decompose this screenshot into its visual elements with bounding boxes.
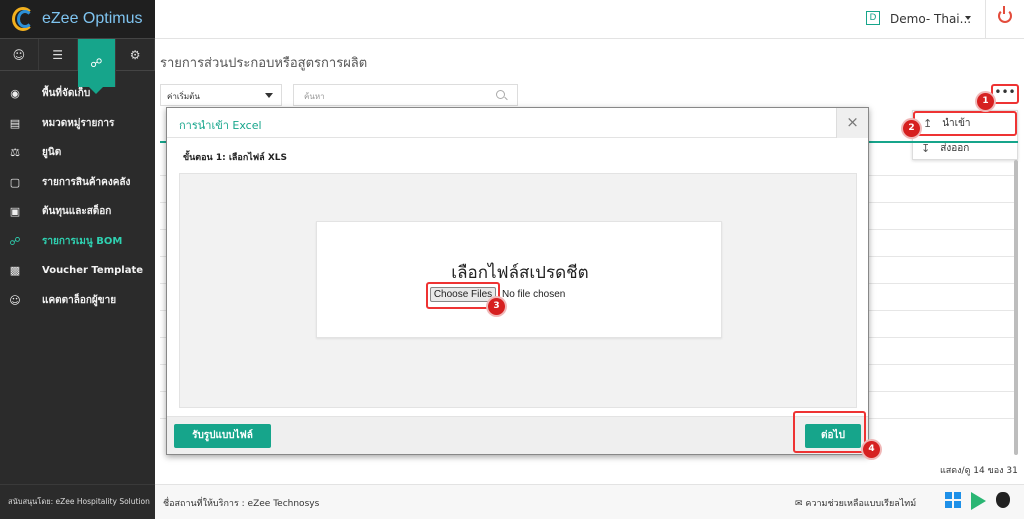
menu-item-label: นำเข้า xyxy=(942,118,971,129)
sidebar-item-label: ยูนิต xyxy=(42,147,62,159)
file-status: No file chosen xyxy=(502,289,566,300)
sidebar: eZee Optimus ☺ ☰ ☍ ⚙ ◉ พื้นที่จัดเก็บ ▤ หม… xyxy=(0,0,155,519)
page-title: รายการส่วนประกอบหรือสูตรการผลิต xyxy=(160,56,368,71)
property-selector[interactable]: Demo- Thai... xyxy=(890,12,971,26)
live-help-link[interactable]: ✉ ความช่วยเหลือแบบเรียลไทม์ xyxy=(795,496,916,510)
cart-icon: ☍ xyxy=(9,234,21,248)
sidebar-footer: สนับสนุนโดย: eZee Hospitality Solution xyxy=(0,484,155,519)
search-input[interactable]: ค้นหา xyxy=(293,84,518,106)
sidebar-item-label: หมวดหมู่รายการ xyxy=(42,117,115,129)
sidebar-item-voucher[interactable]: ▩ Voucher Template xyxy=(0,256,155,286)
chat-icon: ✉ xyxy=(795,499,803,509)
caret-down-icon xyxy=(265,93,273,98)
box-icon: ▢ xyxy=(9,175,21,189)
step-marker-2: 2 xyxy=(903,120,920,137)
live-help-label: ความช่วยเหลือแบบเรียลไทม์ xyxy=(805,499,917,509)
topbar: D Demo- Thai... xyxy=(155,0,1024,39)
user-icon[interactable]: ☺ xyxy=(0,39,39,70)
get-template-button[interactable]: รับรูปแบบไฟล์ xyxy=(174,424,271,448)
sidebar-item-label: รายการเมนู BOM xyxy=(42,235,123,247)
sidebar-menu: ◉ พื้นที่จัดเก็บ ▤ หมวดหมู่รายการ ⚖ ยูนิต ▢… xyxy=(0,79,155,315)
money-icon: ▣ xyxy=(9,205,21,219)
windows-icon[interactable] xyxy=(945,492,961,508)
sidebar-item-label: รายการสินค้าคงคลัง xyxy=(42,176,131,188)
step-marker-3: 3 xyxy=(488,298,505,315)
dialog-title: การนำเข้า Excel xyxy=(179,119,262,132)
excel-import-dialog: การนำเข้า Excel × ขั้นตอน 1: เลือกไฟล์ X… xyxy=(166,107,869,455)
logo-icon xyxy=(10,6,36,32)
sidebar-item-cost-stock[interactable]: ▣ ต้นทุนและสต็อก xyxy=(0,197,155,227)
search-icon[interactable] xyxy=(496,90,505,99)
filter-select[interactable]: ค่าเริ่มต้น xyxy=(160,84,282,106)
cart-icon[interactable]: ☍ xyxy=(77,39,117,94)
logo: eZee Optimus xyxy=(0,0,155,39)
gear-icon[interactable]: ⚙ xyxy=(116,39,155,70)
caret-down-icon[interactable] xyxy=(965,16,971,20)
footer: ชื่อสถานที่ให้บริการ : eZee Technosys ✉ … xyxy=(155,484,1024,519)
list-icon[interactable]: ☰ xyxy=(39,39,78,70)
dialog-header: การนำเข้า Excel × xyxy=(167,108,868,138)
app-name: eZee Optimus xyxy=(42,10,143,27)
sidebar-item-label: Voucher Template xyxy=(42,265,144,277)
sidebar-item-label: แคตตาล็อกผู้ขาย xyxy=(42,294,117,306)
sidebar-item-units[interactable]: ⚖ ยูนิต xyxy=(0,138,155,168)
property-badge[interactable]: D xyxy=(866,11,880,25)
next-button[interactable]: ต่อไป xyxy=(805,424,861,448)
scale-icon: ⚖ xyxy=(10,146,20,160)
google-play-icon[interactable] xyxy=(971,492,986,510)
dialog-footer: รับรูปแบบไฟล์ ต่อไป xyxy=(167,411,868,454)
pagination-info: แสดง/ดู 14 ของ 31 xyxy=(940,466,1018,476)
menu-item-import[interactable]: ↥ นำเข้า xyxy=(913,111,1017,136)
upload-card: เลือกไฟล์สเปรดชีต Choose Files No file c… xyxy=(316,221,722,338)
sidebar-item-label: ต้นทุนและสต็อก xyxy=(42,206,112,218)
provider-name: ชื่อสถานที่ให้บริการ : eZee Technosys xyxy=(163,499,320,509)
step-label: ขั้นตอน 1: เลือกไฟล์ XLS xyxy=(183,153,287,163)
more-options-button[interactable]: ••• xyxy=(991,84,1019,104)
upload-icon: ↥ xyxy=(923,117,933,130)
divider xyxy=(985,0,986,39)
sidebar-item-label: พื้นที่จัดเก็บ xyxy=(42,88,91,100)
upload-title: เลือกไฟล์สเปรดชีต xyxy=(451,263,589,283)
app-links xyxy=(945,492,1010,510)
location-pin-icon: ◉ xyxy=(10,87,20,101)
vendor-icon: ☺ xyxy=(9,293,21,307)
search-placeholder: ค้นหา xyxy=(304,92,325,101)
step-marker-1: 1 xyxy=(977,93,994,110)
sidebar-tabs: ☺ ☰ ☍ ⚙ xyxy=(0,39,155,94)
sidebar-item-categories[interactable]: ▤ หมวดหมู่รายการ xyxy=(0,109,155,139)
voucher-icon: ▩ xyxy=(9,264,21,278)
sidebar-item-inventory[interactable]: ▢ รายการสินค้าคงคลัง xyxy=(0,168,155,198)
sidebar-item-bom[interactable]: ☍ รายการเมนู BOM xyxy=(0,227,155,257)
apple-icon[interactable] xyxy=(996,492,1010,508)
power-icon[interactable] xyxy=(998,6,1012,23)
sidebar-item-vendor-catalog[interactable]: ☺ แคตตาล็อกผู้ขาย xyxy=(0,286,155,316)
filter-value: ค่าเริ่มต้น xyxy=(167,92,200,101)
step-marker-4: 4 xyxy=(863,441,880,458)
close-icon[interactable]: × xyxy=(836,108,868,138)
category-icon: ▤ xyxy=(9,116,21,130)
scrollbar[interactable] xyxy=(1014,160,1018,455)
upload-area: เลือกไฟล์สเปรดชีต Choose Files No file c… xyxy=(179,173,857,408)
